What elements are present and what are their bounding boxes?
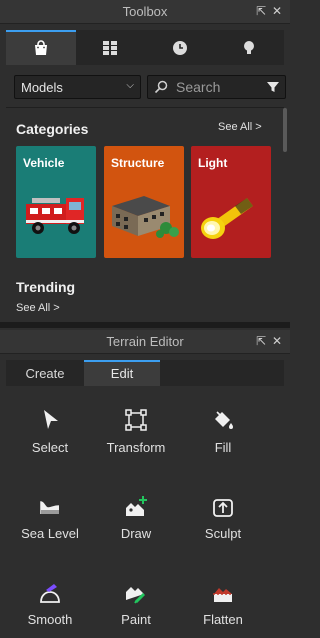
sea-level-icon — [40, 501, 60, 514]
tool-label: Fill — [214, 440, 232, 455]
tab-inventory[interactable] — [75, 30, 145, 65]
categories-heading: Categories — [16, 121, 89, 137]
tool-sculpt[interactable]: Sculpt — [180, 494, 266, 554]
tool-label: Paint — [121, 612, 151, 627]
panel-separator — [0, 322, 290, 328]
terrain-editor-titlebar: Terrain Editor ⇱ ✕ — [0, 330, 290, 354]
sculpt-icon — [213, 499, 233, 517]
category-card-label: Structure — [111, 156, 165, 170]
close-icon[interactable]: ✕ — [270, 334, 284, 348]
trending-see-all-link[interactable]: See All > — [16, 302, 60, 314]
terrain-editor-tabs: Create Edit — [6, 360, 284, 386]
tool-label: Draw — [120, 526, 152, 541]
tool-smooth[interactable]: Smooth — [7, 580, 93, 638]
cursor-arrow-icon — [44, 410, 58, 429]
tool-label: Sculpt — [204, 526, 242, 541]
popout-icon[interactable]: ⇱ — [254, 334, 268, 348]
flatten-icon — [213, 588, 233, 602]
popout-icon[interactable]: ⇱ — [254, 4, 268, 18]
tool-select[interactable]: Select — [7, 408, 93, 468]
filter-icon[interactable] — [267, 81, 279, 93]
search-input[interactable] — [176, 79, 267, 95]
clock-icon — [172, 40, 187, 55]
category-card-label: Light — [198, 156, 228, 170]
tool-flatten[interactable]: Flatten — [180, 580, 266, 638]
trending-heading: Trending — [16, 279, 76, 295]
tool-label: Transform — [106, 440, 166, 455]
grid-icon — [103, 40, 118, 55]
scrollbar[interactable] — [283, 108, 287, 152]
category-dropdown[interactable]: Models ⌵ — [14, 75, 141, 99]
category-cards: Vehicle Structure Light — [16, 146, 272, 258]
toolbox-title: Toolbox — [122, 4, 168, 19]
tab-creations[interactable] — [214, 30, 284, 65]
paint-terrain-icon — [126, 587, 146, 604]
tool-sea-level[interactable]: Sea Level — [7, 494, 93, 554]
toolbox-titlebar: Toolbox ⇱ ✕ — [0, 0, 290, 24]
draw-terrain-icon — [126, 496, 147, 516]
tool-label: Smooth — [27, 612, 73, 627]
category-card-structure[interactable]: Structure — [104, 146, 184, 258]
tab-recent[interactable] — [145, 30, 215, 65]
category-card-vehicle[interactable]: Vehicle — [16, 146, 96, 258]
toolbox-tabs — [6, 30, 284, 65]
filter-row: Models ⌵ — [14, 75, 286, 99]
lightbulb-icon — [244, 40, 255, 54]
category-card-label: Vehicle — [23, 156, 65, 170]
tool-fill[interactable]: Fill — [180, 408, 266, 468]
tool-paint[interactable]: Paint — [93, 580, 179, 638]
flashlight-icon — [201, 198, 253, 239]
shopping-bag-icon — [34, 39, 47, 55]
tab-edit[interactable]: Edit — [84, 360, 160, 386]
smooth-icon — [40, 584, 60, 603]
tab-create[interactable]: Create — [6, 360, 84, 386]
tool-draw[interactable]: Draw — [93, 494, 179, 554]
chevron-down-icon: ⌵ — [126, 80, 134, 91]
building-icon — [112, 196, 179, 238]
search-box — [147, 75, 286, 99]
tool-label: Select — [31, 440, 69, 455]
search-icon — [154, 80, 168, 94]
tool-label: Flatten — [203, 612, 243, 627]
divider — [6, 107, 284, 108]
fire-truck-icon — [26, 198, 84, 234]
tool-transform[interactable]: Transform — [93, 408, 179, 468]
close-icon[interactable]: ✕ — [270, 4, 284, 18]
category-dropdown-value: Models — [21, 80, 63, 95]
terrain-editor-title: Terrain Editor — [106, 334, 184, 349]
category-card-light[interactable]: Light — [191, 146, 271, 258]
tab-marketplace[interactable] — [6, 30, 76, 65]
categories-see-all-link[interactable]: See All > — [218, 121, 262, 133]
tool-label: Sea Level — [21, 526, 79, 541]
paint-bucket-icon — [215, 411, 233, 429]
transform-icon — [125, 409, 147, 431]
